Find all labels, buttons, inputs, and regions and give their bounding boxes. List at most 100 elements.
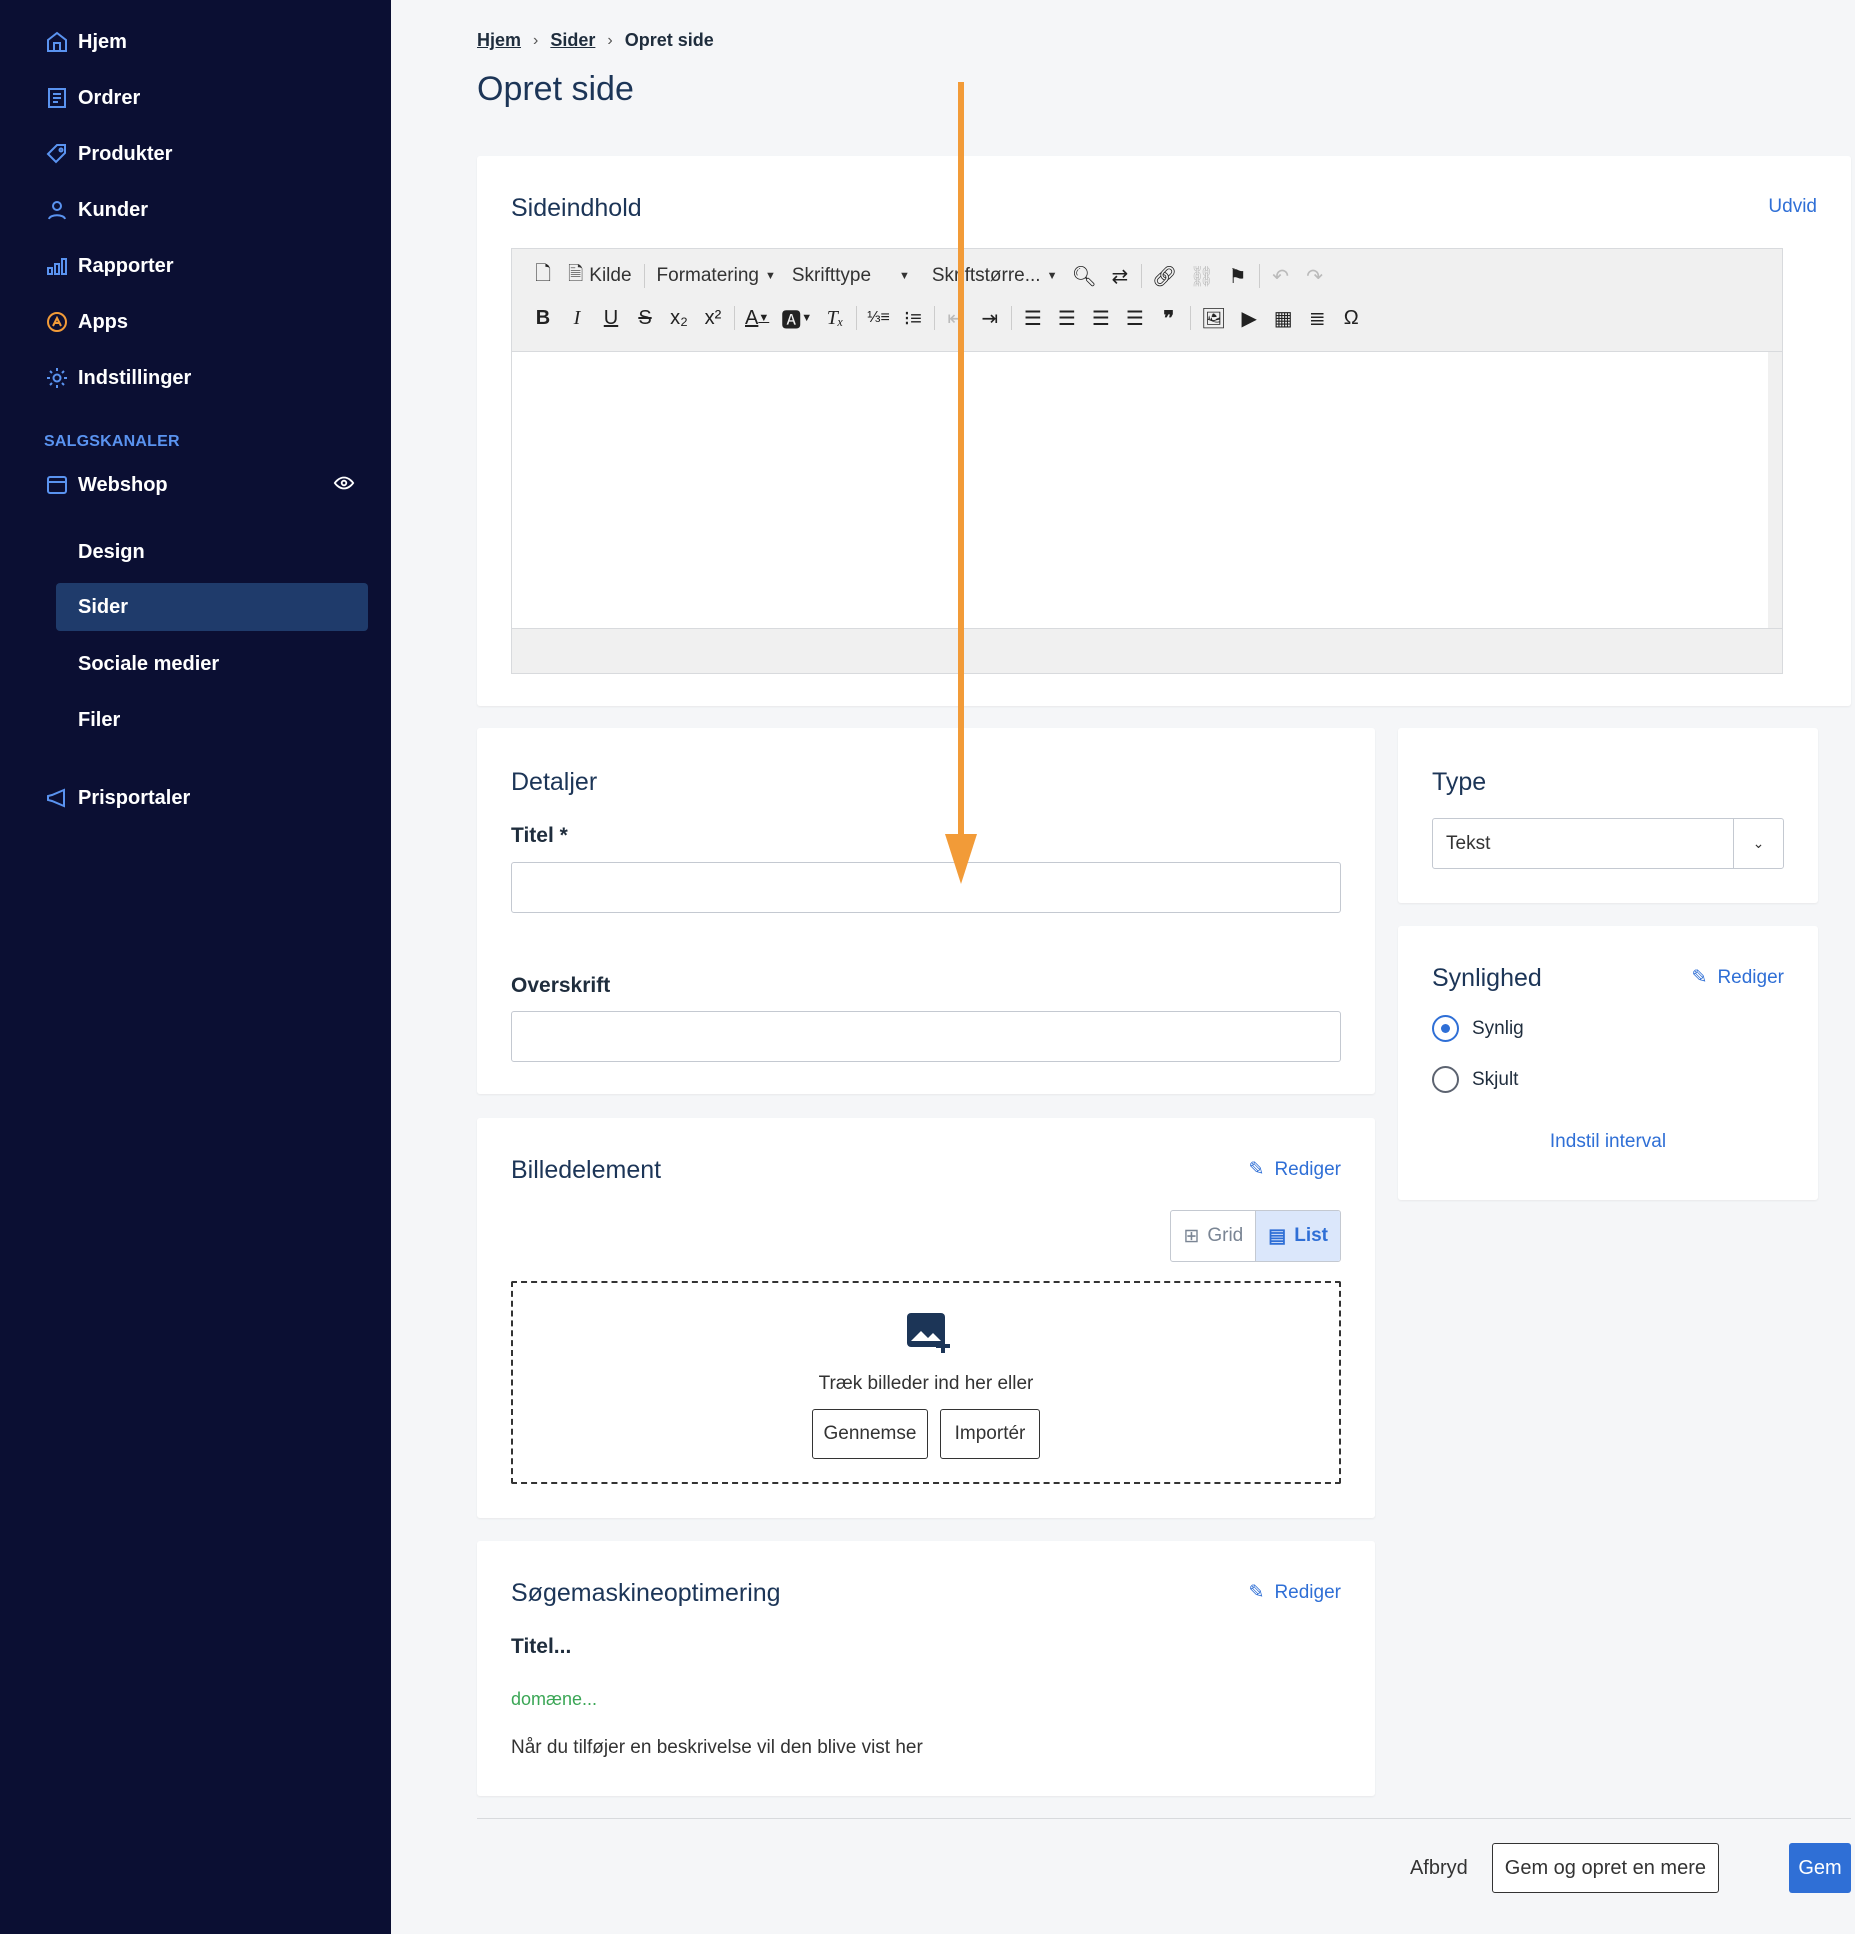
undo-icon[interactable]: ↶ bbox=[1264, 260, 1298, 292]
grid-view-button[interactable]: ⊞ Grid bbox=[1171, 1211, 1255, 1261]
align-right-icon[interactable]: ☰ bbox=[1084, 302, 1118, 334]
replace-icon[interactable]: ⇄ bbox=[1103, 260, 1137, 292]
anchor-flag-icon[interactable]: ⚑ bbox=[1221, 260, 1255, 292]
image-dropzone[interactable]: Træk billeder ind her eller Gennemse Imp… bbox=[511, 1281, 1341, 1484]
table-icon[interactable]: ▦ bbox=[1266, 302, 1300, 334]
toolbar-divider bbox=[856, 306, 858, 330]
source-button[interactable]: 🗎 Kilde bbox=[560, 260, 640, 292]
editor-toolbar-top: 🗋 🗎 Kilde Formatering ▼ Skrifttype ▼ Skrift… bbox=[526, 259, 1332, 293]
nav-label: Webshop bbox=[78, 473, 168, 496]
redo-icon[interactable]: ↷ bbox=[1298, 260, 1332, 292]
align-center-icon[interactable]: ☰ bbox=[1050, 302, 1084, 334]
bulleted-list-icon[interactable]: ⁝≡ bbox=[896, 302, 930, 334]
visibility-edit-link[interactable]: ✎ Rediger bbox=[1692, 966, 1784, 989]
special-char-icon[interactable]: Ω bbox=[1334, 302, 1368, 334]
toolbar-divider bbox=[643, 264, 645, 288]
gear-icon bbox=[44, 365, 70, 391]
format-dropdown[interactable]: Formatering ▼ bbox=[649, 265, 784, 287]
visibility-edit-label: Rediger bbox=[1717, 966, 1784, 988]
save-button[interactable]: Gem bbox=[1789, 1843, 1851, 1893]
footer-actions: Afbryd Gem og opret en mere bbox=[1410, 1843, 1729, 1893]
nav-label: Indstillinger bbox=[78, 366, 192, 389]
expand-link[interactable]: Udvid bbox=[1768, 196, 1817, 218]
toolbar-divider bbox=[734, 306, 735, 330]
heading-input[interactable] bbox=[511, 1011, 1341, 1062]
list-icon: ▤ bbox=[1268, 1225, 1287, 1247]
radio-hidden[interactable]: Skjult bbox=[1432, 1066, 1518, 1093]
find-icon[interactable]: 🔍︎ bbox=[1065, 260, 1102, 292]
radio-visible[interactable]: Synlig bbox=[1432, 1015, 1524, 1042]
pencil-icon: ✎ bbox=[1248, 1159, 1265, 1180]
sub-label: Filer bbox=[78, 708, 121, 731]
new-page-icon[interactable]: 🗋 bbox=[526, 260, 560, 292]
seo-card: Søgemaskineoptimering ✎ Rediger Titel...… bbox=[477, 1541, 1375, 1796]
nav-label: Rapporter bbox=[78, 254, 174, 277]
sub-label: Sider bbox=[78, 595, 129, 618]
seo-edit-link[interactable]: ✎ Rediger bbox=[1249, 1581, 1341, 1604]
breadcrumb-pages[interactable]: Sider bbox=[550, 30, 595, 51]
import-button[interactable]: Importér bbox=[940, 1409, 1040, 1459]
nav-item-webshop[interactable]: Webshop bbox=[44, 465, 168, 505]
nav-item-products[interactable]: Produkter bbox=[44, 134, 172, 174]
breadcrumb-home[interactable]: Hjem bbox=[477, 30, 521, 51]
nav-item-settings[interactable]: Indstillinger bbox=[44, 358, 191, 398]
details-card-title: Detaljer bbox=[511, 768, 598, 796]
list-view-button[interactable]: ▤ List bbox=[1255, 1211, 1340, 1261]
set-interval-link[interactable]: Indstil interval bbox=[1398, 1131, 1818, 1153]
editor-body[interactable] bbox=[512, 351, 1782, 629]
nav-item-price-portals[interactable]: Prisportaler bbox=[44, 778, 190, 818]
background-color-icon[interactable]: 🅰︎ ▼ bbox=[775, 302, 818, 334]
blockquote-icon[interactable]: ❞ bbox=[1152, 302, 1186, 334]
nav-item-customers[interactable]: Kunder bbox=[44, 190, 148, 230]
browse-button[interactable]: Gennemse bbox=[812, 1409, 928, 1459]
italic-icon[interactable]: I bbox=[560, 302, 594, 334]
rich-text-editor: 🗋 🗎 Kilde Formatering ▼ Skrifttype ▼ Skrift… bbox=[511, 248, 1783, 674]
editor-scrollbar[interactable] bbox=[1768, 352, 1782, 628]
text-color-icon[interactable]: A ▼ bbox=[739, 302, 775, 334]
sidebar-item-sider[interactable]: Sider bbox=[56, 583, 368, 631]
subscript-icon[interactable]: x₂ bbox=[662, 302, 696, 334]
bold-icon[interactable]: B bbox=[526, 302, 560, 334]
radio-label: Synlig bbox=[1472, 1017, 1524, 1039]
remove-format-icon[interactable]: Tₓ bbox=[818, 302, 852, 334]
font-dropdown[interactable]: Skrifttype ▼ bbox=[784, 265, 924, 287]
align-justify-icon[interactable]: ☰ bbox=[1118, 302, 1152, 334]
strikethrough-icon[interactable]: S bbox=[628, 302, 662, 334]
page-title: Opret side bbox=[477, 70, 634, 108]
nav-item-home[interactable]: Hjem bbox=[44, 22, 127, 62]
horizontal-rule-icon[interactable]: ≣ bbox=[1300, 302, 1334, 334]
title-input[interactable] bbox=[511, 862, 1341, 913]
sidebar-item-design[interactable]: Design bbox=[56, 528, 368, 576]
main-content: Hjem › Sider › Opret side Opret side Sid… bbox=[391, 0, 1855, 1934]
breadcrumb-current: Opret side bbox=[624, 30, 714, 50]
type-select[interactable]: Tekst ⌄ bbox=[1432, 818, 1784, 869]
sidebar-item-files[interactable]: Filer bbox=[56, 696, 368, 744]
font-label: Skrifttype bbox=[791, 265, 872, 286]
unlink-icon[interactable]: ⛓︎ bbox=[1183, 260, 1220, 292]
type-card: Type Tekst ⌄ bbox=[1398, 728, 1818, 903]
underline-icon[interactable]: U bbox=[594, 302, 628, 334]
toolbar-divider bbox=[1189, 306, 1191, 330]
video-icon[interactable]: ▶ bbox=[1232, 302, 1266, 334]
link-icon[interactable]: 🔗︎ bbox=[1146, 260, 1183, 292]
caret-down-icon: ▼ bbox=[899, 270, 910, 282]
nav-label: Ordrer bbox=[78, 86, 141, 109]
radio-button-checked[interactable] bbox=[1432, 1015, 1459, 1042]
nav-item-apps[interactable]: Apps bbox=[44, 302, 128, 342]
type-card-title: Type bbox=[1432, 768, 1487, 796]
radio-button[interactable] bbox=[1432, 1066, 1459, 1093]
nav-item-reports[interactable]: Rapporter bbox=[44, 246, 174, 286]
align-left-icon[interactable]: ☰ bbox=[1016, 302, 1050, 334]
sidebar-item-social[interactable]: Sociale medier bbox=[56, 640, 368, 688]
chevron-down-icon: ⌄ bbox=[1733, 819, 1783, 868]
superscript-icon[interactable]: x² bbox=[696, 302, 730, 334]
cancel-button[interactable]: Afbryd bbox=[1410, 1857, 1468, 1880]
eye-icon[interactable] bbox=[333, 472, 355, 494]
image-icon[interactable]: 🖼︎ bbox=[1195, 302, 1232, 334]
nav-label: Produkter bbox=[78, 142, 173, 165]
image-card: Billedelement ✎ Rediger ⊞ Grid ▤ List Træk… bbox=[477, 1118, 1375, 1518]
nav-item-orders[interactable]: Ordrer bbox=[44, 78, 140, 118]
numbered-list-icon[interactable]: ⅓≡ bbox=[861, 302, 896, 334]
save-and-new-button[interactable]: Gem og opret en mere bbox=[1491, 1843, 1719, 1893]
image-edit-link[interactable]: ✎ Rediger bbox=[1249, 1158, 1341, 1181]
